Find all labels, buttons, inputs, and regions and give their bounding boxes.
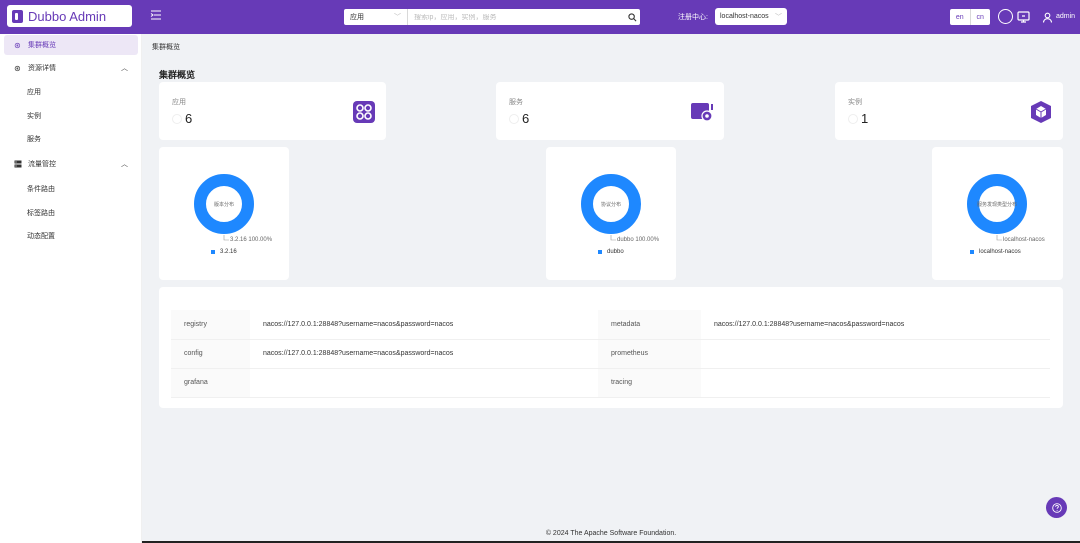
config-table: registry nacos://127.0.0.1:28848?usernam… (171, 310, 1050, 398)
sidebar: ⊛ 集群概览 ⊛ 资源详情 ︿ 应用 实例 服务 流量管控 ︿ 条件路由 标签路… (0, 34, 142, 543)
sidebar-item-application[interactable]: 应用 (0, 82, 142, 102)
question-icon (1051, 502, 1062, 513)
sidebar-item-traffic-control[interactable]: 流量管控 ︿ (0, 154, 142, 174)
config-key: grafana (171, 368, 250, 398)
svg-text:版本分布: 版本分布 (214, 201, 234, 208)
config-value (250, 368, 598, 398)
version-donut: 版本分布 (194, 174, 254, 241)
stat-value: 1 (848, 111, 868, 126)
sidebar-item-service[interactable]: 服务 (0, 129, 142, 149)
config-value: nacos://127.0.0.1:28848?username=nacos&p… (701, 310, 1050, 340)
stat-value: 6 (172, 111, 192, 126)
language-switch: en cn (950, 9, 990, 25)
stat-label: 应用 (172, 99, 186, 106)
chart-legend[interactable]: dubbo (598, 249, 624, 255)
help-button[interactable] (1046, 497, 1067, 518)
sidebar-item-label: 流量管控 (28, 161, 56, 168)
config-key: prometheus (598, 339, 701, 369)
resource-icon: ⊛ (14, 63, 21, 73)
menu-toggle-icon[interactable] (150, 9, 164, 23)
user-name[interactable]: admin (1056, 13, 1075, 20)
user-icon[interactable] (1039, 9, 1055, 25)
chart-legend[interactable]: localhost-nacos (970, 249, 1021, 255)
search-icon[interactable] (624, 9, 640, 25)
registry-label: 注册中心: (678, 14, 708, 21)
config-value: nacos://127.0.0.1:28848?username=nacos&p… (250, 310, 598, 340)
search-scope-select[interactable]: 应用 ﹀ (344, 9, 408, 25)
lang-en-button[interactable]: en (950, 9, 970, 25)
legend-swatch (970, 250, 974, 254)
chevron-down-icon: ﹀ (394, 14, 401, 21)
table-row: config nacos://127.0.0.1:28848?username=… (171, 339, 1050, 369)
stat-card-applications: 应用 6 (159, 82, 386, 140)
config-value (701, 368, 1050, 398)
slice-label: dubbo 100.00% (617, 237, 660, 243)
breadcrumb: 集群概览 (152, 44, 180, 51)
dubbo-logo-icon (12, 9, 23, 23)
config-key: config (171, 339, 250, 369)
app-logo[interactable]: Dubbo Admin (7, 5, 132, 27)
service-icon (691, 103, 713, 122)
global-search: 应用 ﹀ (344, 9, 640, 25)
cluster-icon: ⊛ (14, 40, 21, 50)
protocol-donut: 协议分布 (581, 174, 641, 241)
theme-color-icon[interactable] (998, 9, 1013, 24)
donut-card-version: 版本分布 3.2.16 100.00% 3.2.16 (159, 147, 289, 280)
config-value: nacos://127.0.0.1:28848?username=nacos&p… (250, 339, 598, 369)
sidebar-item-dynamic-config[interactable]: 动态配置 (0, 226, 142, 246)
search-scope-value: 应用 (350, 14, 364, 21)
sidebar-item-label: 集群概览 (28, 42, 56, 49)
chevron-up-icon: ︿ (121, 161, 128, 168)
stat-label: 服务 (509, 99, 523, 106)
slice-label: 3.2.16 100.00% (230, 237, 273, 243)
sidebar-item-instance[interactable]: 实例 (0, 106, 142, 126)
app-grid-icon (353, 101, 375, 123)
chevron-up-icon: ︿ (121, 65, 128, 72)
app-name: Dubbo Admin (28, 8, 107, 24)
registry-select[interactable]: localhost-nacos ﹀ (715, 8, 787, 25)
stat-card-instances: 实例 1 (835, 82, 1063, 140)
legend-swatch (598, 250, 602, 254)
config-value (701, 339, 1050, 369)
top-bar: Dubbo Admin 应用 ﹀ 注册中心: localhost-nacos ﹀… (0, 0, 1080, 34)
search-input[interactable] (408, 13, 624, 21)
page-title: 集群概览 (159, 70, 196, 80)
stat-card-services: 服务 6 (496, 82, 724, 140)
registry-value: localhost-nacos (720, 13, 769, 20)
lang-cn-button[interactable]: cn (969, 9, 991, 25)
config-key: metadata (598, 310, 701, 340)
instance-cube-icon (1031, 101, 1051, 123)
sidebar-item-cluster-overview[interactable]: ⊛ 集群概览 (4, 35, 138, 55)
stat-value: 6 (509, 111, 529, 126)
config-key: tracing (598, 368, 701, 398)
chart-legend[interactable]: 3.2.16 (211, 249, 237, 255)
fullscreen-icon[interactable] (1015, 9, 1031, 25)
stat-label: 实例 (848, 99, 862, 106)
sidebar-item-tag-route[interactable]: 标签路由 (0, 203, 142, 223)
chevron-down-icon: ﹀ (775, 13, 782, 21)
config-key: registry (171, 310, 250, 340)
traffic-icon (14, 160, 28, 168)
table-row: grafana tracing (171, 368, 1050, 398)
sidebar-item-resource-details[interactable]: ⊛ 资源详情 ︿ (0, 58, 142, 78)
footer: © 2024 The Apache Software Foundation. (545, 530, 677, 537)
legend-swatch (211, 250, 215, 254)
sidebar-item-label: 资源详情 (28, 65, 56, 72)
table-row: registry nacos://127.0.0.1:28848?usernam… (171, 310, 1050, 340)
svg-text:协议分布: 协议分布 (601, 201, 621, 208)
slice-label: localhost-nacos (1003, 237, 1045, 243)
discovery-donut: 服务发现类型分布 (967, 174, 1027, 241)
sidebar-item-condition-route[interactable]: 条件路由 (0, 179, 142, 199)
svg-text:服务发现类型分布: 服务发现类型分布 (977, 201, 1017, 208)
donut-card-discovery: 服务发现类型分布 localhost-nacos localhost-nacos (932, 147, 1063, 280)
donut-card-protocol: 协议分布 dubbo 100.00% dubbo (546, 147, 676, 280)
